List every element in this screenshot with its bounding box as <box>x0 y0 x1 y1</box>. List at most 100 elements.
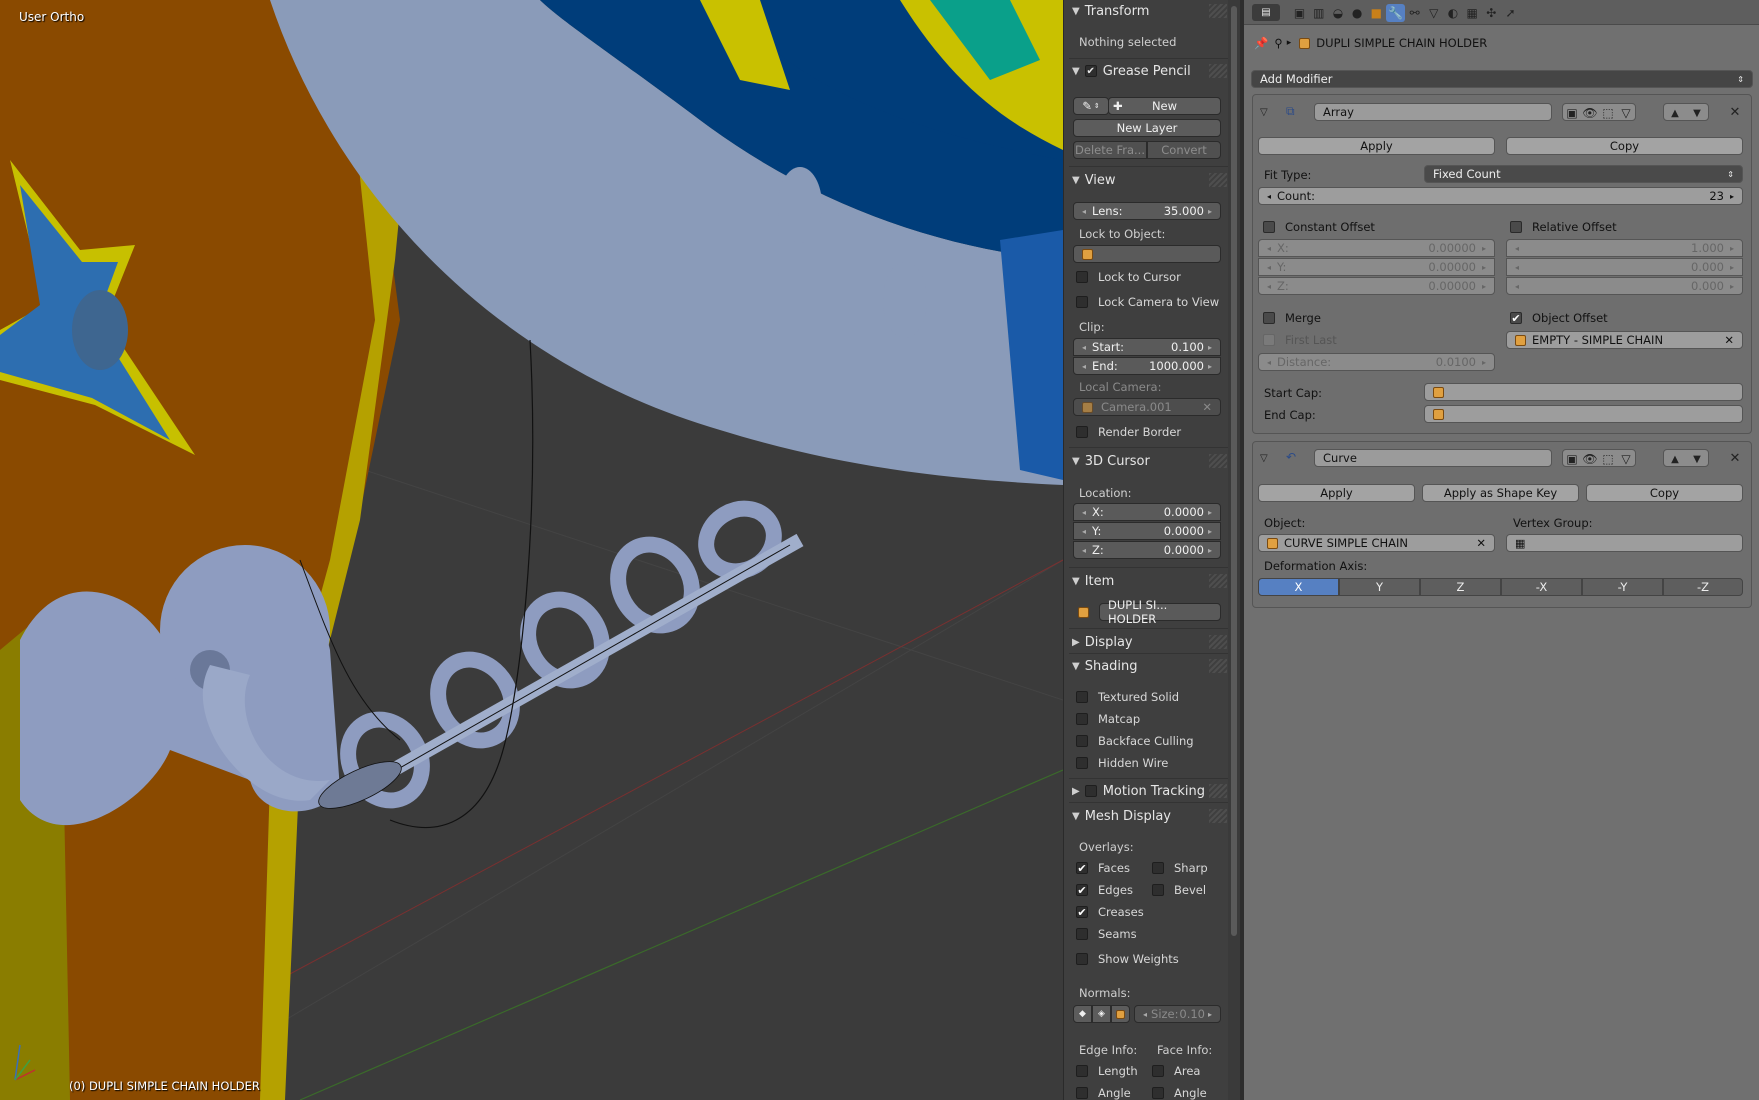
panel-header-grease-pencil[interactable]: ▼ ✔ Grease Pencil <box>1064 60 1229 82</box>
normals-size-field[interactable]: ◂ Size: 0.10 ▸ <box>1134 1005 1221 1023</box>
creases-checkbox[interactable]: ✔ Creases <box>1076 905 1144 919</box>
move-down-icon[interactable]: ▼ <box>1686 450 1708 468</box>
object-offset-field[interactable]: EMPTY - SIMPLE CHAIN ✕ <box>1506 331 1743 349</box>
render-tab-icon[interactable]: ▣ <box>1290 4 1309 22</box>
decrement-arrow-icon[interactable]: ◂ <box>1082 343 1086 352</box>
merge-checkbox[interactable]: Merge <box>1263 311 1321 325</box>
expand-triangle-icon[interactable]: ▽ <box>1260 453 1268 464</box>
face-angle-checkbox[interactable]: Angle <box>1152 1086 1207 1100</box>
axis-button-y[interactable]: Y <box>1339 578 1420 596</box>
item-name-field[interactable]: DUPLI SI... HOLDER <box>1099 598 1221 626</box>
local-camera-field[interactable]: Camera.001 ✕ <box>1073 398 1221 416</box>
array-copy-button[interactable]: Copy <box>1506 137 1743 155</box>
cursor-y-field[interactable]: ◂ Y: 0.0000 ▸ <box>1073 522 1221 540</box>
increment-arrow-icon[interactable]: ▸ <box>1482 244 1486 253</box>
hidden-wire-checkbox[interactable]: Hidden Wire <box>1076 756 1168 770</box>
first-last-checkbox[interactable]: First Last <box>1263 333 1337 347</box>
3d-viewport[interactable]: User Ortho (0) DUPLI SIMPLE CHAIN HOLDER <box>0 0 1063 1100</box>
render-layers-tab-icon[interactable]: ▥ <box>1309 4 1328 22</box>
editor-type-menu[interactable]: ▤ <box>1252 4 1280 21</box>
delete-frame-button[interactable]: Delete Fra... <box>1073 141 1147 159</box>
curve-name-field[interactable]: Curve <box>1314 449 1552 467</box>
constraints-tab-icon[interactable]: ⚯ <box>1405 4 1424 22</box>
panel-header-item[interactable]: ▼ Item <box>1064 570 1229 592</box>
show-weights-checkbox[interactable]: Show Weights <box>1076 952 1179 966</box>
texture-tab-icon[interactable]: ▦ <box>1463 4 1482 22</box>
panel-header-3d-cursor[interactable]: ▼ 3D Cursor <box>1064 450 1229 472</box>
physics-tab-icon[interactable]: ➚ <box>1501 4 1520 22</box>
material-tab-icon[interactable]: ◐ <box>1443 4 1462 22</box>
scrollbar-thumb[interactable] <box>1231 6 1237 936</box>
backface-culling-checkbox[interactable]: Backface Culling <box>1076 734 1194 748</box>
curve-copy-button[interactable]: Copy <box>1586 484 1743 502</box>
increment-arrow-icon[interactable]: ▸ <box>1482 282 1486 291</box>
cursor-x-field[interactable]: ◂ X: 0.0000 ▸ <box>1073 503 1221 521</box>
array-name-field[interactable]: Array <box>1314 103 1552 121</box>
axis-button-z[interactable]: Z <box>1420 578 1501 596</box>
decrement-arrow-icon[interactable]: ◂ <box>1082 362 1086 371</box>
remove-modifier-close-icon[interactable]: ✕ <box>1725 103 1745 121</box>
editmode-toggle-icon[interactable]: ⬚ <box>1599 104 1617 122</box>
move-up-icon[interactable]: ▲ <box>1664 104 1686 122</box>
panel-header-shading[interactable]: ▼ Shading <box>1064 655 1229 677</box>
end-cap-field[interactable] <box>1424 405 1743 423</box>
scene-tab-icon[interactable]: ◒ <box>1328 4 1347 22</box>
clip-end-field[interactable]: ◂ End: 1000.000 ▸ <box>1073 357 1221 375</box>
axis-button-neg-z[interactable]: -Z <box>1663 578 1743 596</box>
vertex-group-field[interactable]: ▦ <box>1506 534 1743 552</box>
constant-offset-y-field[interactable]: ◂ Y: 0.00000 ▸ <box>1258 258 1495 276</box>
fit-type-dropdown[interactable]: Fixed Count ⇕ <box>1424 165 1743 183</box>
new-layer-button[interactable]: New Layer <box>1073 119 1221 137</box>
drag-grip-icon[interactable] <box>1209 635 1227 649</box>
axis-button-neg-x[interactable]: -X <box>1501 578 1582 596</box>
increment-arrow-icon[interactable]: ▸ <box>1482 358 1486 367</box>
increment-arrow-icon[interactable]: ▸ <box>1482 263 1486 272</box>
constant-offset-checkbox[interactable]: Constant Offset <box>1263 220 1375 234</box>
decrement-arrow-icon[interactable]: ◂ <box>1515 263 1519 272</box>
decrement-arrow-icon[interactable]: ◂ <box>1082 508 1086 517</box>
textured-solid-checkbox[interactable]: Textured Solid <box>1076 690 1179 704</box>
object-tab-icon[interactable]: ■ <box>1367 4 1386 22</box>
relative-offset-x-field[interactable]: ◂ 1.000 ▸ <box>1506 239 1743 257</box>
drag-grip-icon[interactable] <box>1209 659 1227 673</box>
panel-header-display[interactable]: ▶ Display <box>1064 631 1229 653</box>
lock-to-object-field[interactable] <box>1073 245 1221 263</box>
lock-to-cursor-checkbox[interactable]: Lock to Cursor <box>1076 270 1181 284</box>
decrement-arrow-icon[interactable]: ◂ <box>1267 358 1271 367</box>
start-cap-field[interactable] <box>1424 383 1743 401</box>
convert-button[interactable]: Convert <box>1147 141 1221 159</box>
increment-arrow-icon[interactable]: ▸ <box>1208 508 1212 517</box>
eye-icon[interactable]: 👁 <box>1581 450 1599 468</box>
drag-grip-icon[interactable] <box>1209 64 1227 78</box>
clear-icon[interactable]: ✕ <box>1724 333 1734 347</box>
sharp-checkbox[interactable]: Sharp <box>1152 861 1208 875</box>
clip-start-field[interactable]: ◂ Start: 0.100 ▸ <box>1073 338 1221 356</box>
lock-camera-to-view-checkbox[interactable]: Lock Camera to View <box>1076 295 1219 309</box>
drag-grip-icon[interactable] <box>1209 784 1227 798</box>
editmode-toggle-icon[interactable]: ⬚ <box>1599 450 1617 468</box>
cage-toggle-icon[interactable]: ▽ <box>1617 104 1635 122</box>
apply-as-shape-key-button[interactable]: Apply as Shape Key <box>1422 484 1579 502</box>
drag-grip-icon[interactable] <box>1209 809 1227 823</box>
constant-offset-x-field[interactable]: ◂ X: 0.00000 ▸ <box>1258 239 1495 257</box>
grease-pencil-checkbox[interactable]: ✔ <box>1084 65 1097 77</box>
panel-header-motion-tracking[interactable]: ▶ Motion Tracking <box>1064 780 1229 802</box>
decrement-arrow-icon[interactable]: ◂ <box>1082 546 1086 555</box>
relative-offset-checkbox[interactable]: Relative Offset <box>1510 220 1617 234</box>
pencil-tool-button[interactable]: ✎ ⇕ <box>1073 97 1109 115</box>
clear-icon[interactable]: ✕ <box>1202 400 1212 414</box>
render-border-checkbox[interactable]: Render Border <box>1076 425 1181 439</box>
eye-icon[interactable]: 👁 <box>1581 104 1599 122</box>
decrement-arrow-icon[interactable]: ◂ <box>1515 244 1519 253</box>
increment-arrow-icon[interactable]: ▸ <box>1208 1010 1212 1019</box>
panel-header-transform[interactable]: ▼ Transform <box>1064 0 1229 22</box>
lens-field[interactable]: ◂ Lens: 35.000 ▸ <box>1073 202 1221 220</box>
decrement-arrow-icon[interactable]: ◂ <box>1267 282 1271 291</box>
particles-tab-icon[interactable]: ✣ <box>1482 4 1501 22</box>
decrement-arrow-icon[interactable]: ◂ <box>1143 1010 1147 1019</box>
decrement-arrow-icon[interactable]: ◂ <box>1267 263 1271 272</box>
axis-button-neg-y[interactable]: -Y <box>1582 578 1663 596</box>
decrement-arrow-icon[interactable]: ◂ <box>1082 207 1086 216</box>
drag-grip-icon[interactable] <box>1209 574 1227 588</box>
motion-tracking-checkbox[interactable] <box>1084 785 1097 797</box>
